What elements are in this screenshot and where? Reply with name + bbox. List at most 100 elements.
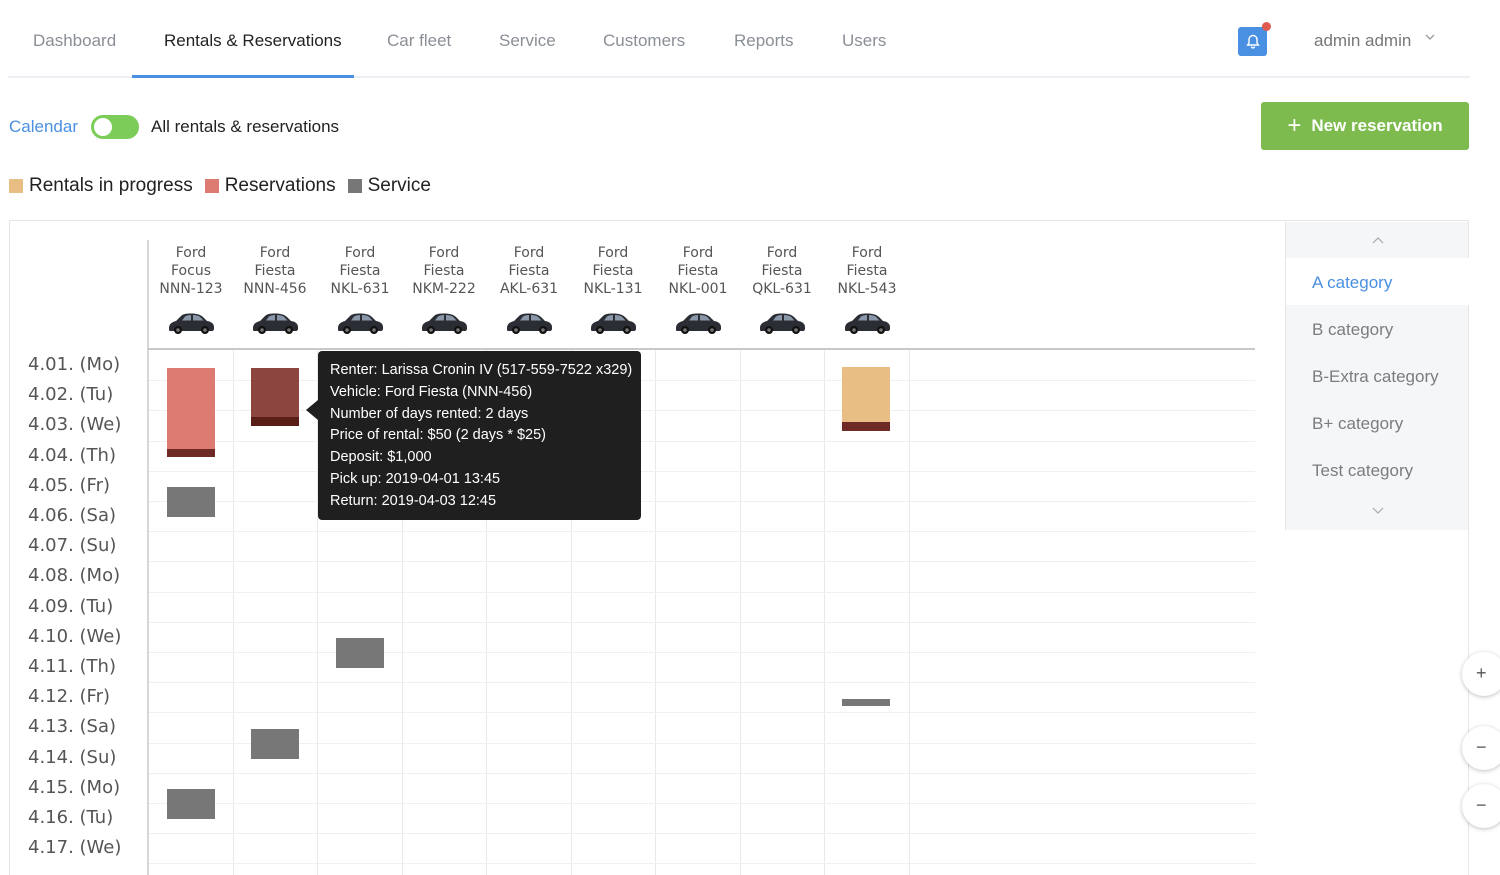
notifications-button[interactable] bbox=[1238, 27, 1267, 56]
scroll-down-button[interactable] bbox=[1286, 496, 1469, 526]
new-reservation-button[interactable]: + New reservation bbox=[1261, 102, 1469, 150]
day-label: 4.06. (Sa) bbox=[28, 505, 117, 526]
service-swatch bbox=[347, 179, 362, 193]
legend-reservations: Reservations bbox=[224, 175, 336, 196]
tab-dashboard[interactable]: Dashboard bbox=[33, 31, 116, 51]
grid-row-line bbox=[148, 561, 1255, 563]
user-menu[interactable]: admin admin bbox=[1314, 31, 1411, 51]
category-b-plus[interactable]: B+ category bbox=[1312, 414, 1403, 434]
vehicle-model: Focus bbox=[171, 263, 211, 279]
notification-badge bbox=[1262, 22, 1271, 31]
reservation-block[interactable] bbox=[167, 368, 215, 449]
tab-service[interactable]: Service bbox=[499, 31, 556, 51]
chevron-up-icon bbox=[1372, 237, 1383, 244]
day-label: 4.01. (Mo) bbox=[28, 354, 121, 375]
vehicle-header[interactable]: Ford Fiesta NKL-001 bbox=[656, 244, 740, 298]
service-block[interactable] bbox=[167, 789, 215, 819]
reservations-swatch bbox=[204, 179, 219, 193]
grid-row-line bbox=[148, 591, 1255, 593]
vehicle-plate: NKM-222 bbox=[412, 281, 476, 297]
rentals-swatch bbox=[9, 179, 23, 193]
tab-reports[interactable]: Reports bbox=[734, 31, 794, 51]
tooltip-pickup: Pick up: 2019-04-01 13:45 bbox=[330, 470, 501, 487]
vehicle-header[interactable]: Ford Fiesta AKL-631 bbox=[487, 244, 571, 298]
vehicle-plate: AKL-631 bbox=[499, 281, 559, 297]
grid-row-line bbox=[148, 803, 1255, 804]
day-label: 4.03. (We) bbox=[28, 414, 122, 436]
vehicle-header[interactable]: Ford Fiesta NKL-631 bbox=[318, 244, 402, 298]
service-block[interactable] bbox=[336, 638, 384, 668]
new-reservation-label: New reservation bbox=[1311, 116, 1443, 135]
vehicle-model: Fiesta bbox=[592, 263, 634, 279]
legend-rentals: Rentals in progress bbox=[29, 175, 193, 196]
day-label: 4.09. (Tu) bbox=[28, 595, 114, 617]
day-label: 4.13. (Sa) bbox=[28, 716, 117, 738]
toggle-knob bbox=[94, 118, 112, 136]
reservation-return-marker bbox=[251, 417, 299, 426]
reservation-block-selected[interactable] bbox=[251, 368, 299, 417]
tab-car-fleet[interactable]: Car fleet bbox=[387, 31, 451, 51]
vehicle-model: Fiesta bbox=[423, 263, 465, 279]
vehicle-plate: NNN-123 bbox=[159, 281, 223, 297]
vehicle-plate: NKL-543 bbox=[837, 281, 897, 297]
reservation-return-marker bbox=[167, 449, 215, 457]
service-block[interactable] bbox=[842, 699, 890, 706]
scroll-up-button[interactable] bbox=[1286, 222, 1469, 258]
list-view-label[interactable]: All rentals & reservations bbox=[151, 117, 339, 137]
tooltip-renter: Renter: Larissa Cronin IV (517-559-7522 … bbox=[330, 362, 633, 378]
legend: Rentals in progress Reservations Service bbox=[9, 175, 443, 197]
grid-column-line bbox=[824, 350, 825, 875]
vehicle-header[interactable]: Ford Focus NNN-123 bbox=[149, 244, 233, 298]
zoom-in-button[interactable]: + bbox=[1462, 652, 1500, 696]
tooltip-deposit: Deposit: $1,000 bbox=[330, 449, 432, 466]
date-column-divider bbox=[147, 240, 149, 875]
day-label: 4.16. (Tu) bbox=[28, 807, 114, 828]
grid-column-line bbox=[655, 350, 656, 875]
vehicle-make: Ford bbox=[682, 245, 714, 261]
chevron-down-icon[interactable] bbox=[1424, 30, 1436, 46]
grid-column-line bbox=[740, 350, 741, 875]
day-label: 4.02. (Tu) bbox=[28, 384, 114, 406]
vehicle-header[interactable]: Ford Fiesta NKL-131 bbox=[571, 244, 655, 298]
car-icon bbox=[504, 310, 554, 336]
vehicle-header[interactable]: Ford Fiesta NNN-456 bbox=[233, 244, 317, 298]
vehicle-header[interactable]: Ford Fiesta NKM-222 bbox=[402, 244, 486, 298]
car-icon bbox=[335, 310, 385, 336]
category-b[interactable]: B category bbox=[1312, 320, 1393, 340]
grid-row-line bbox=[148, 440, 1255, 442]
category-a[interactable]: A category bbox=[1312, 273, 1392, 293]
view-toggle[interactable] bbox=[91, 115, 139, 139]
vehicle-header[interactable]: Ford Fiesta NKL-543 bbox=[825, 244, 909, 298]
rental-block[interactable] bbox=[842, 367, 890, 422]
day-label: 4.11. (Th) bbox=[28, 656, 116, 677]
tab-users[interactable]: Users bbox=[842, 31, 886, 51]
day-label: 4.15. (Mo) bbox=[28, 776, 121, 798]
grid-row-line bbox=[148, 621, 1255, 623]
car-icon bbox=[842, 310, 892, 336]
tab-customers[interactable]: Customers bbox=[603, 31, 685, 51]
tooltip-return: Return: 2019-04-03 12:45 bbox=[330, 492, 497, 509]
category-b-extra[interactable]: B-Extra category bbox=[1312, 367, 1439, 387]
tab-rentals-reservations[interactable]: Rentals & Reservations bbox=[164, 31, 342, 51]
grid-column-line bbox=[909, 350, 910, 875]
reset-zoom-button[interactable]: − bbox=[1462, 784, 1500, 828]
day-label: 4.07. (Su) bbox=[28, 535, 117, 557]
zoom-out-button[interactable]: − bbox=[1462, 726, 1500, 770]
grid-row-line bbox=[148, 712, 1255, 714]
day-label: 4.08. (Mo) bbox=[28, 565, 121, 587]
vehicle-make: Ford bbox=[513, 245, 545, 261]
service-block[interactable] bbox=[251, 729, 299, 759]
car-icon bbox=[419, 310, 469, 336]
bell-icon bbox=[1245, 34, 1260, 49]
vehicle-make: Ford bbox=[175, 245, 207, 261]
day-label: 4.14. (Su) bbox=[28, 746, 117, 768]
vehicle-header[interactable]: Ford Fiesta QKL-631 bbox=[740, 244, 824, 298]
grid-row-line bbox=[148, 682, 1255, 684]
grid-row-line bbox=[148, 470, 1255, 472]
category-test[interactable]: Test category bbox=[1312, 461, 1413, 481]
vehicle-model: Fiesta bbox=[677, 263, 719, 279]
calendar-view-label[interactable]: Calendar bbox=[9, 117, 78, 137]
service-block[interactable] bbox=[167, 487, 215, 517]
car-icon bbox=[166, 310, 216, 336]
minus-icon: − bbox=[1476, 795, 1487, 815]
